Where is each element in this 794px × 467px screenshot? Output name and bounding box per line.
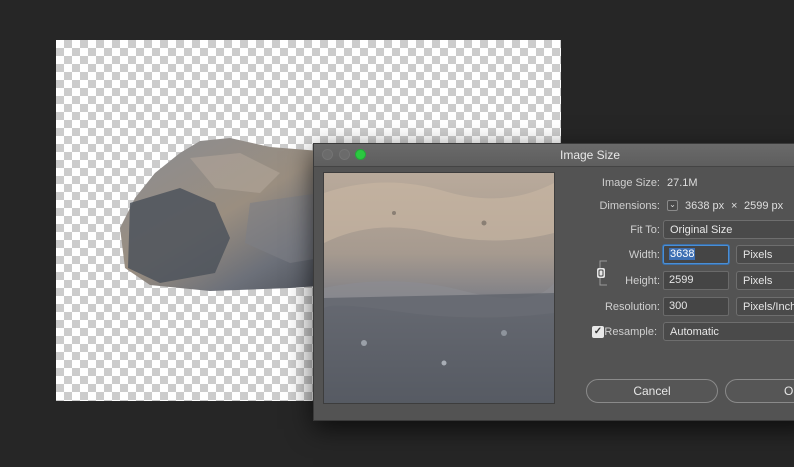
cancel-button[interactable]: Cancel bbox=[586, 379, 718, 403]
image-size-label: Image Size: bbox=[601, 177, 660, 189]
width-unit-select[interactable]: Pixels bbox=[736, 245, 794, 264]
rock-texture-preview bbox=[324, 173, 554, 403]
height-unit-select[interactable]: Pixels bbox=[736, 271, 794, 290]
fit-to-label: Fit To: bbox=[630, 224, 660, 236]
image-size-value: 27.1M bbox=[667, 177, 698, 189]
height-label: Height: bbox=[625, 275, 660, 287]
dialog-titlebar[interactable]: Image Size bbox=[314, 144, 794, 167]
dimensions-label: Dimensions: bbox=[599, 200, 660, 212]
dimensions-width-value: 3638 px bbox=[685, 200, 725, 212]
width-input-value: 3638 bbox=[669, 248, 696, 260]
resolution-input[interactable]: 300 bbox=[663, 297, 729, 316]
resample-select[interactable]: Automatic bbox=[663, 322, 794, 341]
width-input[interactable]: 3638 bbox=[663, 245, 729, 264]
ok-button[interactable]: OK bbox=[725, 379, 794, 403]
image-size-dialog: Image Size Image Size: 27.1M Dimensions:… bbox=[313, 143, 794, 421]
image-preview[interactable] bbox=[323, 172, 555, 404]
resolution-unit-select[interactable]: Pixels/Inch bbox=[736, 297, 794, 316]
fit-to-select[interactable]: Original Size bbox=[663, 220, 794, 239]
resample-label: Resample: bbox=[604, 326, 657, 338]
dimensions-times: × bbox=[731, 200, 738, 212]
dialog-title: Image Size bbox=[559, 148, 621, 162]
chevron-down-icon[interactable]: ⌄ bbox=[667, 200, 678, 211]
dimensions-height-value: 2599 px bbox=[744, 200, 784, 212]
height-input[interactable]: 2599 bbox=[663, 271, 729, 290]
resolution-label: Resolution: bbox=[604, 301, 660, 313]
width-label: Width: bbox=[628, 249, 660, 261]
